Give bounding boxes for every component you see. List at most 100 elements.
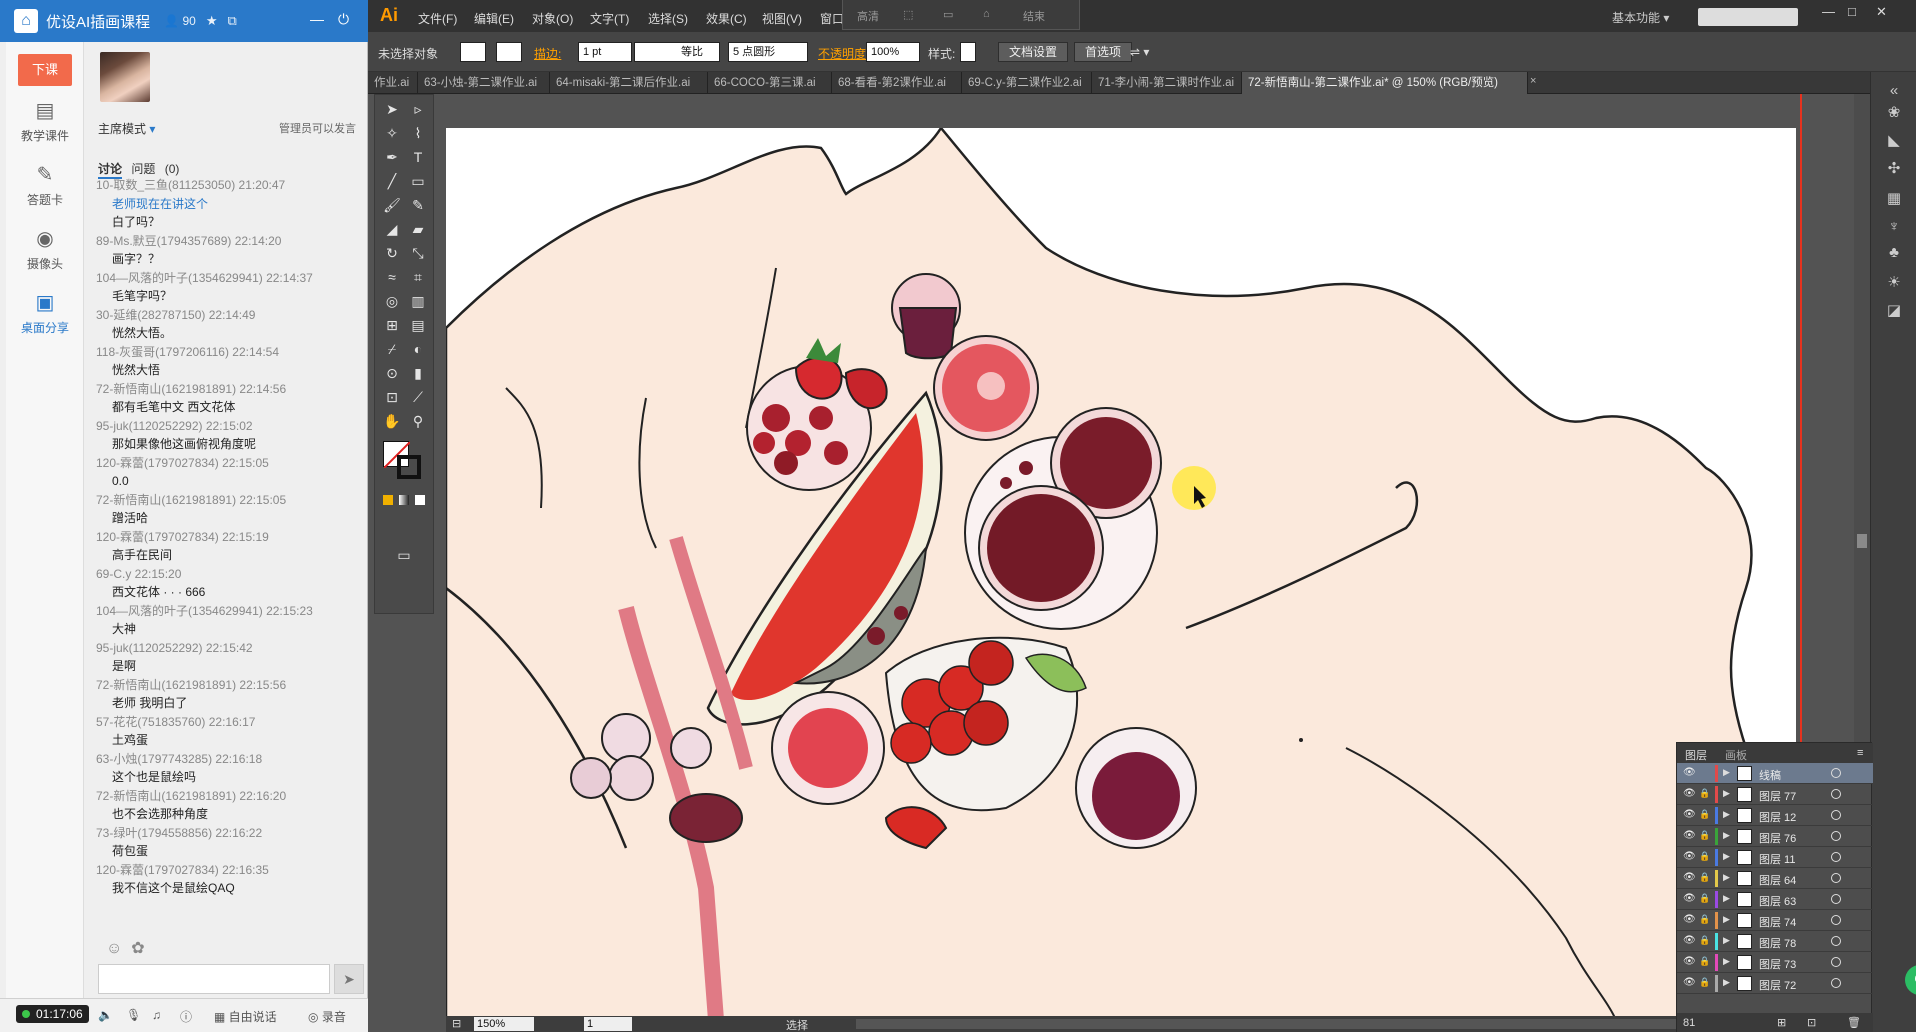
expand-arrow-icon[interactable]: ▶: [1723, 767, 1730, 778]
message-input[interactable]: [98, 964, 330, 994]
rectangle-tool-icon[interactable]: ▭: [405, 169, 431, 193]
new-layer-icon[interactable]: ⊞: [1777, 1016, 1786, 1029]
stroke-label[interactable]: 描边:: [534, 45, 561, 62]
layer-row[interactable]: 👁 🔒 ▶ 图层 77: [1677, 784, 1873, 805]
layer-row[interactable]: 👁 ▶ 线稿: [1677, 763, 1873, 784]
lock-icon[interactable]: 🔒: [1699, 872, 1710, 883]
page-input[interactable]: 1: [584, 1017, 632, 1031]
menu-file[interactable]: 文件(F): [418, 10, 457, 27]
lock-icon[interactable]: 🔒: [1699, 893, 1710, 904]
pen-tool-icon[interactable]: ✒: [379, 145, 405, 169]
lock-icon[interactable]: 🔒: [1699, 830, 1710, 841]
free-transform-icon[interactable]: ⌗: [405, 265, 431, 289]
profile-select[interactable]: 等比: [634, 42, 720, 62]
doc-tab[interactable]: 69-C.y-第二课作业2.ai: [962, 72, 1092, 94]
screen-mode-icon[interactable]: ▭: [391, 543, 417, 567]
opacity-input[interactable]: 100%: [866, 42, 920, 62]
artboard-tool-icon[interactable]: ⊡: [379, 385, 405, 409]
mode-select[interactable]: 主席模式 ▾: [98, 120, 155, 137]
nav-desktop-share[interactable]: ▣ 桌面分享: [6, 290, 84, 336]
visibility-icon[interactable]: 👁: [1683, 935, 1696, 946]
nav-camera[interactable]: ◉ 摄像头: [6, 226, 84, 272]
gradient-icon[interactable]: ▤: [405, 313, 431, 337]
layer-row[interactable]: 👁 🔒 ▶ 图层 72: [1677, 973, 1873, 994]
arrange-icon[interactable]: ⇌ ▾: [1130, 45, 1149, 59]
column-graph-icon[interactable]: ▮: [405, 361, 431, 385]
menu-type[interactable]: 文字(T): [590, 10, 629, 27]
minimize-icon[interactable]: —: [1822, 4, 1835, 19]
target-icon[interactable]: [1831, 852, 1841, 862]
lock-icon[interactable]: 🔒: [1699, 914, 1710, 925]
gradient-mode-icon[interactable]: [399, 495, 409, 505]
lock-icon[interactable]: 🔒: [1699, 977, 1710, 988]
target-icon[interactable]: [1831, 768, 1841, 778]
type-tool-icon[interactable]: T: [405, 145, 431, 169]
tab-layers[interactable]: 图层: [1685, 747, 1707, 763]
target-icon[interactable]: [1831, 789, 1841, 799]
magic-wand-icon[interactable]: ✧: [379, 121, 405, 145]
window-icon[interactable]: ▭: [943, 8, 953, 21]
layer-row[interactable]: 👁 🔒 ▶ 图层 63: [1677, 889, 1873, 910]
zoom-tool-icon[interactable]: ⚲: [405, 409, 431, 433]
expand-arrow-icon[interactable]: ▶: [1723, 809, 1730, 820]
stroke-color-icon[interactable]: [397, 455, 421, 479]
maximize-icon[interactable]: □: [1848, 4, 1856, 19]
tab-artboards[interactable]: 画板: [1725, 747, 1747, 763]
visibility-icon[interactable]: 👁: [1683, 977, 1696, 988]
expand-arrow-icon[interactable]: ▶: [1723, 956, 1730, 967]
menu-edit[interactable]: 编辑(E): [474, 10, 514, 27]
collapse-icon[interactable]: «: [1883, 80, 1905, 102]
doc-tab-active[interactable]: 72-新悟南山-第二课作业.ai* @ 150% (RGB/预览): [1242, 72, 1528, 94]
opacity-label[interactable]: 不透明度:: [818, 45, 869, 62]
canvas[interactable]: [446, 94, 1854, 1020]
graphic-styles-icon[interactable]: ◪: [1883, 300, 1905, 322]
visibility-icon[interactable]: 👁: [1683, 956, 1696, 967]
share-icon[interactable]: ⧉: [227, 13, 236, 29]
expand-arrow-icon[interactable]: ▶: [1723, 893, 1730, 904]
preferences-button[interactable]: 首选项: [1074, 42, 1133, 62]
visibility-icon[interactable]: 👁: [1683, 893, 1696, 904]
lock-icon[interactable]: 🔒: [1699, 956, 1710, 967]
layer-row[interactable]: 👁 🔒 ▶ 图层 74: [1677, 910, 1873, 931]
chart-tool-icon[interactable]: ▥: [405, 289, 431, 313]
free-speech-button[interactable]: ▦ 自由说话: [214, 1008, 277, 1025]
target-icon[interactable]: [1831, 894, 1841, 904]
home-icon[interactable]: ⌂: [983, 8, 990, 20]
end-class-button[interactable]: 下课: [18, 54, 72, 86]
scroll-thumb[interactable]: [1857, 534, 1867, 548]
target-icon[interactable]: [1831, 810, 1841, 820]
lasso-icon[interactable]: ⌇: [405, 121, 431, 145]
color-panel-icon[interactable]: ❀: [1883, 102, 1905, 124]
visibility-icon[interactable]: 👁: [1683, 914, 1696, 925]
visibility-icon[interactable]: 👁: [1683, 851, 1696, 862]
doc-tab[interactable]: 66-COCO-第三课.ai: [708, 72, 832, 94]
target-icon[interactable]: [1831, 936, 1841, 946]
visibility-icon[interactable]: 👁: [1683, 788, 1696, 799]
warp-icon[interactable]: ≈: [379, 265, 405, 289]
stroke-swatch[interactable]: [496, 42, 522, 62]
doc-tab[interactable]: 68-看看-第2课作业.ai: [832, 72, 962, 94]
nav-courseware[interactable]: ▤ 教学课件: [6, 98, 84, 144]
expand-arrow-icon[interactable]: ▶: [1723, 851, 1730, 862]
flower-icon[interactable]: ✿: [131, 940, 144, 957]
menu-view[interactable]: 视图(V): [762, 10, 802, 27]
expand-arrow-icon[interactable]: ▶: [1723, 914, 1730, 925]
target-icon[interactable]: [1831, 915, 1841, 925]
workspace-switcher[interactable]: 基本功能 ▾: [1612, 9, 1669, 26]
info-icon[interactable]: ⓘ: [180, 1008, 192, 1025]
document-setup-button[interactable]: 文档设置: [998, 42, 1069, 62]
layer-row[interactable]: 👁 🔒 ▶ 图层 11: [1677, 847, 1873, 868]
grid-icon[interactable]: ▦: [1883, 188, 1905, 210]
layer-row[interactable]: 👁 🔒 ▶ 图层 73: [1677, 952, 1873, 973]
trash-icon[interactable]: 🗑: [1847, 1016, 1861, 1029]
stroke-weight-input[interactable]: 1 pt: [578, 42, 632, 62]
end-record-button[interactable]: 结束: [1023, 8, 1045, 24]
none-mode-icon[interactable]: [415, 495, 425, 505]
chat-messages[interactable]: 10-取数_三鱼(811253050) 21:20:47 老师现在在讲这个 白了吗？…: [96, 176, 364, 966]
hd-button[interactable]: 高清: [857, 8, 879, 24]
direct-selection-tool-icon[interactable]: ▹: [405, 97, 431, 121]
target-icon[interactable]: [1831, 873, 1841, 883]
visibility-icon[interactable]: 👁: [1683, 767, 1696, 778]
speaker-icon[interactable]: 🔈: [98, 1008, 113, 1022]
slice-tool-icon[interactable]: ⟋: [405, 385, 431, 409]
